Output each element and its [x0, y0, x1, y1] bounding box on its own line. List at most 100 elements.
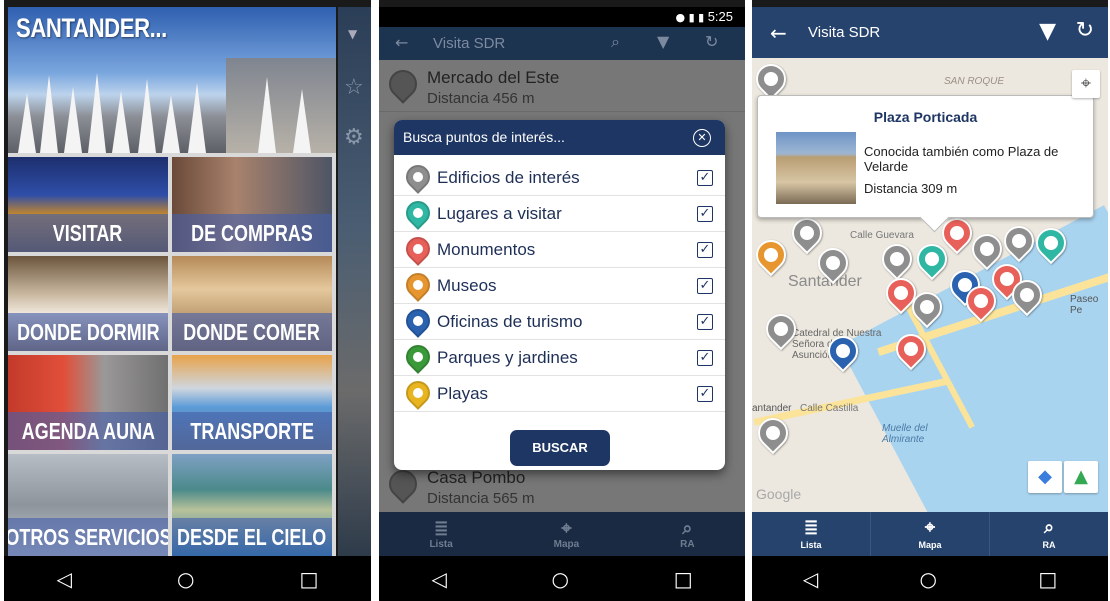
- android-nav-bar: ◁ ○ □: [379, 556, 745, 601]
- gear-icon: ⚙: [344, 125, 364, 150]
- map-label: Paseo Pe: [1070, 294, 1099, 316]
- museum-icon: [401, 268, 435, 302]
- status-bar: ● ▮ ▮ 5:25: [379, 7, 745, 27]
- underlying-screen: ▼ ☆ ⚙: [338, 7, 371, 556]
- ar-icon: ⌕: [682, 518, 693, 539]
- tab-label: Lista: [429, 539, 453, 550]
- tab-mapa[interactable]: ⌖ Mapa: [554, 518, 580, 550]
- directions-icon[interactable]: ◆: [1028, 461, 1062, 493]
- tile-otros-servicios[interactable]: OTROS SERVICIOS: [8, 454, 168, 556]
- filter-row-playas[interactable]: Playas ✓: [394, 376, 725, 412]
- building-pin-icon[interactable]: [875, 237, 919, 281]
- app-bar-title: Visita SDR: [433, 35, 506, 52]
- filter-row-edificios[interactable]: Edificios de interés ✓: [394, 160, 725, 196]
- dropdown-icon: ▼: [348, 27, 358, 41]
- filter-icon[interactable]: ▼: [1039, 19, 1056, 44]
- back-nav-icon[interactable]: ◁: [431, 569, 446, 589]
- list-item[interactable]: Mercado del Este Distancia 456 m: [379, 60, 745, 112]
- ar-icon: ⌕: [1043, 517, 1055, 538]
- home-nav-icon[interactable]: ○: [920, 569, 937, 589]
- recents-nav-icon[interactable]: □: [674, 569, 693, 589]
- poi-distance: Distancia 309 m: [864, 181, 958, 196]
- status-time: 5:25: [707, 9, 733, 24]
- filter-checkbox[interactable]: ✓: [697, 170, 713, 186]
- recents-nav-icon[interactable]: □: [1038, 569, 1057, 589]
- back-nav-icon[interactable]: ◁: [57, 569, 72, 589]
- map-label: Calle Castilla: [800, 403, 859, 414]
- hero-banner: SANTANDER...: [8, 7, 336, 153]
- tab-ra[interactable]: ⌕ RA: [680, 518, 694, 550]
- poi-title: Plaza Porticada: [873, 109, 978, 125]
- android-nav-bar: ◁ ○ □: [4, 556, 371, 601]
- tab-ra[interactable]: ⌕ RA: [990, 512, 1108, 556]
- poi-info-window[interactable]: Plaza Porticada Conocida también como Pl…: [757, 95, 1094, 218]
- tile-donde-dormir[interactable]: DONDE DORMIR: [8, 256, 168, 351]
- filter-checkbox[interactable]: ✓: [697, 350, 713, 366]
- filter-icon[interactable]: ▼: [657, 32, 669, 51]
- tab-lista[interactable]: ≣ Lista: [752, 512, 871, 556]
- filter-checkbox[interactable]: ✓: [697, 242, 713, 258]
- tile-visitar[interactable]: VISITAR: [8, 157, 168, 252]
- buscar-button[interactable]: BUSCAR: [510, 430, 610, 466]
- tile-label: DE COMPRAS: [191, 219, 313, 246]
- tile-label: DONDE COMER: [183, 318, 321, 345]
- filter-label: Museos: [437, 276, 497, 295]
- tile-desde-el-cielo[interactable]: DESDE EL CIELO: [172, 454, 332, 556]
- recents-nav-icon[interactable]: □: [300, 569, 319, 589]
- app-bar-title: Visita SDR: [808, 24, 881, 41]
- building-pin-icon[interactable]: [785, 211, 829, 255]
- home-nav-icon[interactable]: ○: [177, 569, 194, 589]
- back-arrow-icon[interactable]: ←: [395, 33, 408, 52]
- tile-label: TRANSPORTE: [190, 417, 314, 444]
- filter-checkbox[interactable]: ✓: [697, 206, 713, 222]
- tab-lista[interactable]: ≣ Lista: [429, 518, 452, 550]
- tile-donde-comer[interactable]: DONDE COMER: [172, 256, 332, 351]
- google-logo: Google: [756, 486, 802, 502]
- back-nav-icon[interactable]: ◁: [803, 569, 818, 589]
- android-nav-bar: ◁ ○ □: [752, 556, 1108, 601]
- map-view[interactable]: SAN ROQUE Calle Guevara Santander Paseo …: [752, 58, 1108, 512]
- tile-transporte[interactable]: TRANSPORTE: [172, 355, 332, 450]
- refresh-icon[interactable]: ↻: [705, 32, 718, 51]
- map-icon: ⌖: [561, 518, 572, 539]
- google-maps-icon[interactable]: ▲: [1064, 461, 1098, 493]
- dialog-title: Busca puntos de interés...: [403, 129, 565, 145]
- filter-checkbox[interactable]: ✓: [697, 386, 713, 402]
- building-icon: [401, 160, 435, 194]
- filter-label: Monumentos: [437, 240, 536, 259]
- tile-label: DONDE DORMIR: [16, 318, 160, 345]
- filter-checkbox[interactable]: ✓: [697, 278, 713, 294]
- refresh-icon[interactable]: ↻: [1076, 18, 1094, 43]
- tile-label: OTROS SERVICIOS: [8, 523, 168, 550]
- map-label: SAN ROQUE: [944, 76, 1005, 87]
- list-icon: ≣: [433, 518, 449, 539]
- list-icon: ≣: [803, 517, 819, 538]
- poi-pin-icon: [383, 64, 423, 104]
- museum-pin-icon[interactable]: [752, 233, 793, 277]
- filter-row-parques[interactable]: Parques y jardines ✓: [394, 340, 725, 376]
- search-icon[interactable]: ⌕: [611, 32, 620, 52]
- filter-label: Edificios de interés: [437, 168, 580, 187]
- filter-row-lugares[interactable]: Lugares a visitar ✓: [394, 196, 725, 232]
- filter-row-monumentos[interactable]: Monumentos ✓: [394, 232, 725, 268]
- bottom-tab-bar: ≣ Lista ⌖ Mapa ⌕ RA: [752, 512, 1108, 556]
- close-icon[interactable]: ✕: [693, 129, 711, 147]
- poi-photo: [776, 132, 856, 204]
- filter-row-museos[interactable]: Museos ✓: [394, 268, 725, 304]
- my-location-icon[interactable]: ⌖: [1072, 70, 1100, 98]
- monument-icon: [401, 232, 435, 266]
- tile-agenda-auna[interactable]: AGENDA AUNA: [8, 355, 168, 450]
- home-nav-icon[interactable]: ○: [552, 569, 569, 589]
- filter-label: Lugares a visitar: [437, 204, 562, 223]
- tab-label: RA: [680, 539, 695, 550]
- tree-icon: [401, 340, 435, 374]
- back-arrow-icon[interactable]: ←: [770, 21, 787, 45]
- tab-label: Mapa: [553, 539, 580, 550]
- building-pin-icon[interactable]: [752, 58, 793, 101]
- filter-label: Parques y jardines: [437, 348, 578, 367]
- tab-label: RA: [1042, 540, 1056, 550]
- tile-de-compras[interactable]: DE COMPRAS: [172, 157, 332, 252]
- tab-mapa[interactable]: ⌖ Mapa: [871, 512, 990, 556]
- filter-checkbox[interactable]: ✓: [697, 314, 713, 330]
- filter-row-oficinas[interactable]: Oficinas de turismo ✓: [394, 304, 725, 340]
